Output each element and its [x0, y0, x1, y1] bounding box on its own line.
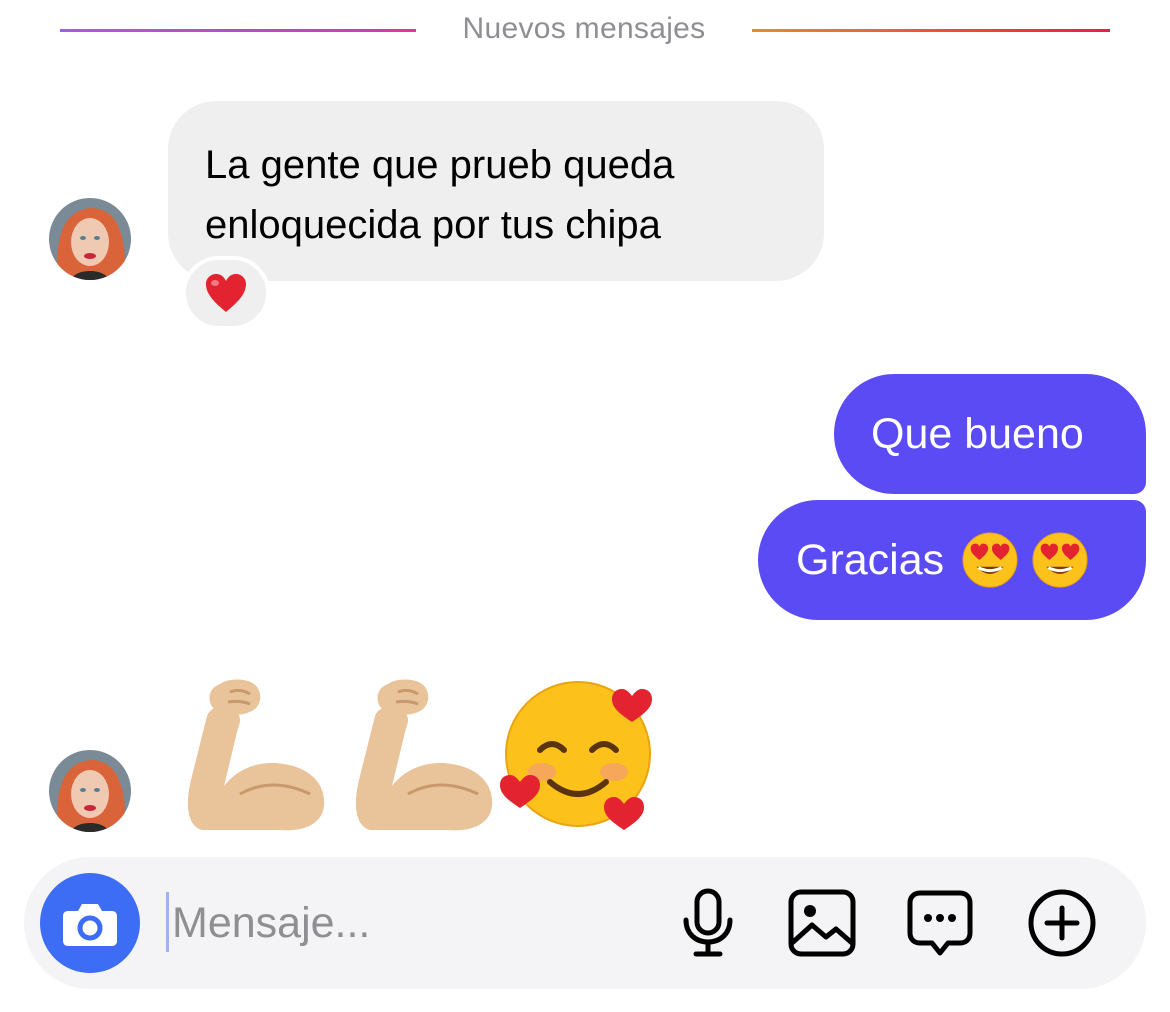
avatar-image [49, 750, 131, 832]
smiling-face-with-hearts-emoji-icon [500, 681, 652, 830]
outgoing-message-bubble[interactable]: Que bueno [834, 374, 1146, 494]
text-caret [166, 892, 169, 952]
sender-avatar[interactable] [49, 750, 131, 832]
plus-icon [1028, 889, 1096, 957]
divider-label: Nuevos mensajes [462, 12, 706, 45]
avatar-image [49, 198, 131, 280]
gallery-icon [788, 889, 856, 957]
microphone-icon [683, 888, 733, 957]
camera-button[interactable] [40, 873, 140, 973]
emoji-message[interactable] [180, 672, 660, 832]
divider-line-left [60, 29, 416, 32]
message-text-line: La gente que prueb queda [205, 143, 675, 187]
message-input[interactable] [170, 887, 654, 959]
divider-line-right [752, 29, 1110, 32]
sender-avatar[interactable] [49, 198, 131, 280]
gallery-button[interactable] [786, 887, 858, 959]
sticker-button[interactable] [904, 887, 976, 959]
heart-icon [206, 274, 246, 312]
camera-icon [63, 904, 117, 946]
voice-message-button[interactable] [672, 887, 744, 959]
message-composer [24, 857, 1146, 989]
more-options-button[interactable] [1026, 887, 1098, 959]
flexed-biceps-emoji-icon [187, 679, 325, 831]
heart-eyes-emoji-icon [1032, 532, 1088, 588]
sticker-icon [907, 890, 973, 956]
message-text: Gracias [796, 535, 945, 584]
outgoing-message-bubble[interactable]: Gracias [758, 500, 1146, 620]
incoming-message-bubble[interactable]: La gente que prueb queda enloquecida por… [168, 101, 824, 281]
heart-eyes-emoji-icon [962, 532, 1018, 588]
message-text: Que bueno [871, 409, 1084, 458]
heart-reaction[interactable] [182, 256, 270, 330]
message-text-line: enloquecida por tus chipa [205, 203, 661, 247]
flexed-biceps-emoji-icon [355, 679, 493, 831]
new-messages-divider: Nuevos mensajes [0, 0, 1170, 62]
